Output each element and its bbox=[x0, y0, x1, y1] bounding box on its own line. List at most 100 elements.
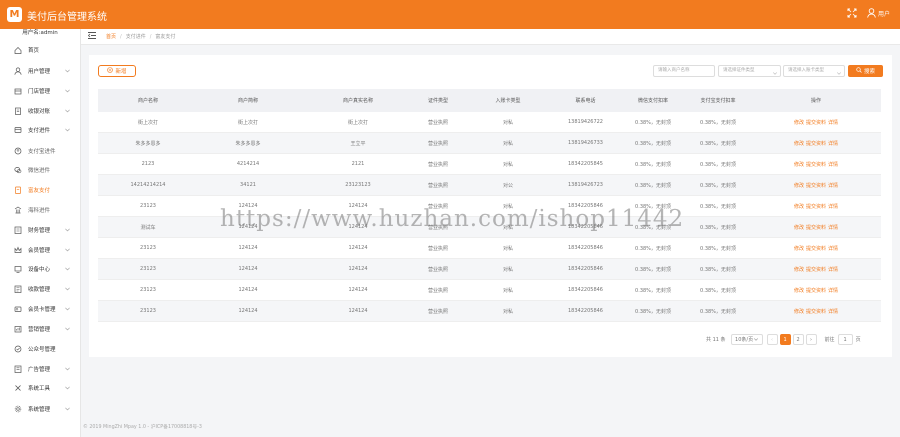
row-actions: 修改 提交资料 详情 bbox=[753, 301, 879, 321]
edit-link[interactable]: 修改 bbox=[794, 182, 804, 189]
row-actions: 修改 提交资料 详情 bbox=[753, 133, 879, 153]
detail-link[interactable]: 详情 bbox=[828, 308, 838, 315]
bank-icon bbox=[14, 206, 22, 214]
submit-docs-link[interactable]: 提交资料 bbox=[806, 119, 826, 126]
sidebar-item-label: 收款管理 bbox=[28, 287, 51, 293]
merchant-name-input[interactable]: 请输入商户名称 bbox=[653, 65, 715, 77]
sidebar-item-2[interactable]: 门店管理 bbox=[0, 82, 80, 100]
edit-link[interactable]: 修改 bbox=[794, 224, 804, 231]
card-type-select[interactable]: 请选择入账卡类型 bbox=[783, 65, 845, 77]
user-icon bbox=[867, 8, 876, 18]
sidebar-item-13[interactable]: 会员卡管理 bbox=[0, 300, 80, 318]
menu-toggle-icon[interactable] bbox=[87, 32, 96, 41]
detail-link[interactable]: 详情 bbox=[828, 140, 838, 147]
certificate-type-select[interactable]: 请选择证件类型 bbox=[718, 65, 781, 77]
row-actions: 修改 提交资料 详情 bbox=[753, 154, 879, 174]
chevron-down-icon bbox=[65, 386, 70, 392]
sidebar-item-label: 首页 bbox=[28, 48, 40, 54]
breadcrumb-payment-onboarding[interactable]: 支付进件 bbox=[126, 33, 146, 40]
sidebar-item-3[interactable]: 收银对账 bbox=[0, 102, 80, 120]
page-button[interactable]: 1 bbox=[779, 334, 791, 345]
sidebar-username: 用户名:admin bbox=[22, 30, 58, 36]
page-button[interactable]: 2 bbox=[792, 334, 804, 345]
submit-docs-link[interactable]: 提交资料 bbox=[806, 308, 826, 315]
submit-docs-link[interactable]: 提交资料 bbox=[806, 287, 826, 294]
sidebar: 用户名:admin 首页用户管理门店管理收银对账 支付进件支付宝进件 微信进件富友支… bbox=[0, 29, 81, 437]
sidebar-item-18[interactable]: 系统管理 bbox=[0, 400, 80, 418]
sidebar-item-9[interactable]: 财务管理 bbox=[0, 221, 80, 239]
sidebar-item-12[interactable]: 收款管理 bbox=[0, 280, 80, 298]
edit-link[interactable]: 修改 bbox=[794, 140, 804, 147]
sidebar-item-1[interactable]: 用户管理 bbox=[0, 62, 80, 80]
sidebar-item-label: 财务管理 bbox=[28, 228, 51, 234]
edit-link[interactable]: 修改 bbox=[794, 266, 804, 273]
sidebar-item-label: 用户管理 bbox=[28, 69, 51, 75]
finance-icon bbox=[14, 226, 22, 234]
detail-link[interactable]: 详情 bbox=[828, 182, 838, 189]
table-cell: 34121 bbox=[240, 182, 256, 188]
ad-icon bbox=[14, 365, 22, 373]
submit-docs-link[interactable]: 提交资料 bbox=[806, 266, 826, 273]
marketing-icon bbox=[14, 325, 22, 333]
detail-link[interactable]: 详情 bbox=[828, 245, 838, 252]
table-cell: 对私 bbox=[502, 119, 513, 126]
edit-link[interactable]: 修改 bbox=[794, 119, 804, 126]
fullscreen-icon[interactable] bbox=[847, 8, 857, 18]
table-cell: 营业执照 bbox=[427, 266, 448, 273]
detail-link[interactable]: 详情 bbox=[828, 119, 838, 126]
edit-link[interactable]: 修改 bbox=[794, 245, 804, 252]
sidebar-item-label: 会员管理 bbox=[28, 248, 51, 254]
goto-page-input[interactable]: 1 bbox=[837, 334, 853, 345]
table-row: 朱多多恩多 朱多多恩多 王立平 营业执照 对私 13819426733 0.38%，无封顶 0… bbox=[98, 133, 881, 154]
store-icon bbox=[14, 87, 22, 95]
official-account-icon bbox=[14, 345, 22, 353]
submit-docs-link[interactable]: 提交资料 bbox=[806, 161, 826, 168]
table-cell: 2123 bbox=[141, 161, 155, 167]
submit-docs-link[interactable]: 提交资料 bbox=[806, 182, 826, 189]
sidebar-item-15[interactable]: 公众号管理 bbox=[0, 340, 80, 358]
table-cell: 对私 bbox=[502, 287, 513, 294]
sidebar-item-0[interactable]: 首页 bbox=[0, 41, 80, 59]
submit-docs-link[interactable]: 提交资料 bbox=[806, 203, 826, 210]
prev-page-button[interactable]: ‹ bbox=[766, 334, 778, 345]
edit-link[interactable]: 修改 bbox=[794, 287, 804, 294]
breadcrumb-home[interactable]: 首页 bbox=[106, 33, 116, 40]
detail-link[interactable]: 详情 bbox=[828, 203, 838, 210]
sidebar-item-10[interactable]: 会员管理 bbox=[0, 241, 80, 259]
search-button-label: 搜索 bbox=[863, 69, 875, 75]
row-actions: 修改 提交资料 详情 bbox=[753, 196, 879, 216]
total-count: 共 11 条 bbox=[706, 337, 726, 343]
edit-link[interactable]: 修改 bbox=[794, 308, 804, 315]
sidebar-item-4[interactable]: 支付进件 bbox=[0, 121, 80, 139]
sidebar-item-7[interactable]: 富友支付 bbox=[0, 181, 80, 199]
sidebar-item-label: 会员卡管理 bbox=[28, 307, 56, 313]
table-cell: 124124 bbox=[238, 266, 258, 272]
sidebar-item-17[interactable]: 系统工具 bbox=[0, 379, 80, 397]
add-button[interactable]: 新增 bbox=[98, 65, 136, 77]
edit-link[interactable]: 修改 bbox=[794, 161, 804, 168]
sidebar-item-label: 富友支付 bbox=[28, 188, 51, 194]
submit-docs-link[interactable]: 提交资料 bbox=[806, 140, 826, 147]
certificate-type-placeholder: 请选择证件类型 bbox=[723, 68, 755, 73]
detail-link[interactable]: 详情 bbox=[828, 161, 838, 168]
sidebar-item-14[interactable]: 营销管理 bbox=[0, 320, 80, 338]
submit-docs-link[interactable]: 提交资料 bbox=[806, 224, 826, 231]
next-page-button[interactable]: › bbox=[805, 334, 817, 345]
detail-link[interactable]: 详情 bbox=[828, 224, 838, 231]
ledger-icon bbox=[14, 107, 22, 115]
table-cell: 营业执照 bbox=[427, 308, 448, 315]
sidebar-item-11[interactable]: 设备中心 bbox=[0, 260, 80, 278]
user-menu[interactable]: 用户 bbox=[867, 8, 890, 18]
sidebar-item-label: 海科进件 bbox=[28, 208, 51, 214]
detail-link[interactable]: 详情 bbox=[828, 287, 838, 294]
page-size-select[interactable]: 10条/页 bbox=[730, 334, 763, 345]
sidebar-item-8[interactable]: 海科进件 bbox=[0, 201, 80, 219]
search-button[interactable]: 搜索 bbox=[848, 65, 883, 77]
sidebar-item-5[interactable]: 支付宝进件 bbox=[0, 142, 80, 160]
sidebar-item-6[interactable]: 微信进件 bbox=[0, 161, 80, 179]
table-cell: 营业执照 bbox=[427, 182, 448, 189]
sidebar-item-16[interactable]: 广告管理 bbox=[0, 360, 80, 378]
edit-link[interactable]: 修改 bbox=[794, 203, 804, 210]
detail-link[interactable]: 详情 bbox=[828, 266, 838, 273]
submit-docs-link[interactable]: 提交资料 bbox=[806, 245, 826, 252]
